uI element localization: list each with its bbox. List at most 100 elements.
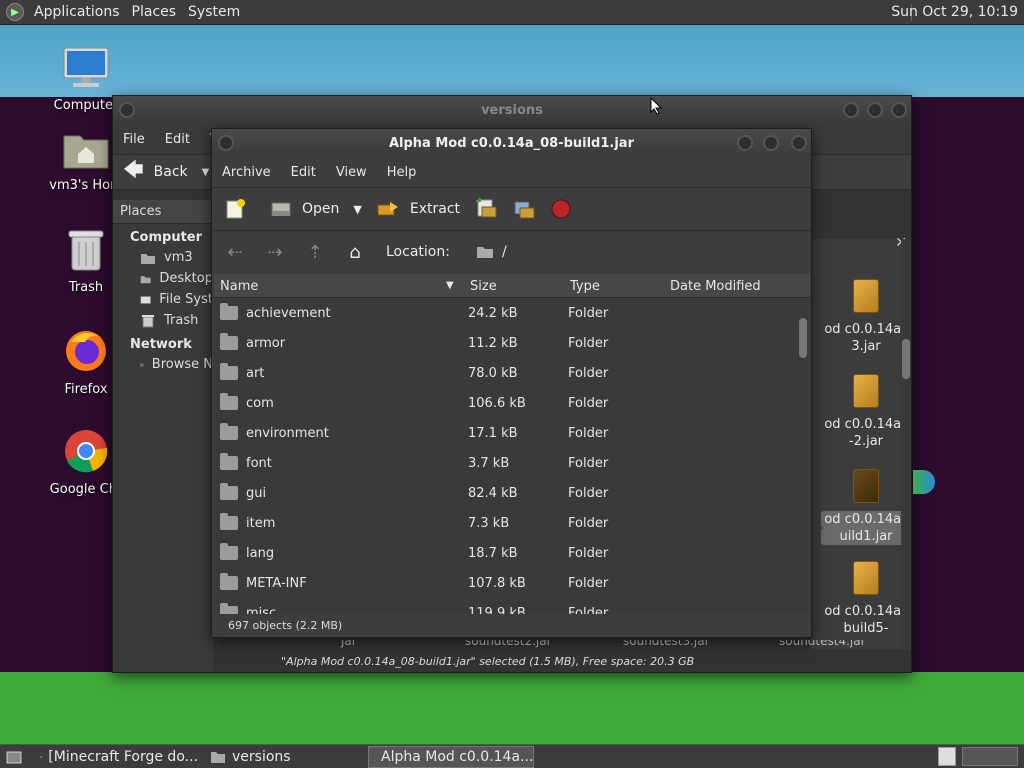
home-icon[interactable]: ⌂: [344, 241, 366, 263]
sidebar-header-label: Places: [120, 204, 162, 219]
table-row[interactable]: META-INF 107.8 kB Folder: [214, 568, 810, 598]
minimize-button[interactable]: [737, 135, 753, 151]
jar-file-icon: [853, 374, 879, 408]
stop-button[interactable]: [550, 198, 572, 220]
workspace-switcher-2[interactable]: [962, 747, 1018, 766]
applications-menu[interactable]: Applications: [28, 4, 126, 20]
table-row[interactable]: com 106.6 kB Folder: [214, 388, 810, 418]
archive-titlebar[interactable]: Alpha Mod c0.0.14a_08-build1.jar: [212, 129, 811, 157]
taskbar-item-versions[interactable]: versions: [204, 746, 368, 768]
open-dropdown-button[interactable]: ▼: [353, 203, 361, 216]
column-header-type[interactable]: Type: [570, 279, 600, 294]
table-row[interactable]: achievement 24.2 kB Folder: [214, 298, 810, 328]
versions-titlebar[interactable]: versions: [113, 96, 911, 124]
taskbar-item-chrome[interactable]: [Minecraft Forge do...: [34, 746, 204, 768]
minimize-button[interactable]: [843, 102, 859, 118]
archive-locationbar: ⇠ ⇢ ⇡ ⌂ Location: /: [212, 231, 811, 273]
window-menu-button[interactable]: [218, 135, 234, 151]
chrome-icon: [65, 430, 108, 473]
jar-file-icon: [853, 469, 879, 503]
cell-name: misc: [246, 606, 277, 614]
sidebar-item-label: File Syst: [159, 292, 213, 307]
table-row[interactable]: gui 82.4 kB Folder: [214, 478, 810, 508]
system-menu[interactable]: System: [182, 4, 246, 20]
file-label-line1: od c0.0.14a_: [824, 417, 908, 432]
list-header: Name ▼ Size Type Date Modified: [214, 274, 810, 298]
list-scrollbar[interactable]: [798, 298, 808, 614]
sidebar-item-browse-network[interactable]: Browse N: [113, 354, 213, 375]
file-item[interactable]: od c0.0.14a_ build5-: [821, 561, 911, 637]
table-row[interactable]: art 78.0 kB Folder: [214, 358, 810, 388]
sidebar-item-filesystem[interactable]: File Syst: [113, 289, 213, 310]
distro-logo-icon[interactable]: ▶: [6, 3, 24, 21]
location-path[interactable]: /: [502, 244, 507, 260]
maximize-button[interactable]: [867, 102, 883, 118]
add-files-button[interactable]: [474, 197, 498, 221]
workspace-switcher[interactable]: [938, 747, 956, 766]
cell-name: art: [246, 366, 265, 381]
stop-icon: [551, 199, 571, 219]
folder-icon: [220, 513, 238, 530]
menu-file[interactable]: File: [113, 132, 155, 147]
table-row[interactable]: item 7.3 kB Folder: [214, 508, 810, 538]
cell-size: 18.7 kB: [468, 546, 518, 561]
show-desktop-icon: [6, 751, 22, 763]
table-row[interactable]: armor 11.2 kB Folder: [214, 328, 810, 358]
show-desktop-button[interactable]: [0, 746, 34, 768]
scroll-thumb[interactable]: [799, 318, 807, 358]
sidebar-item-trash[interactable]: Trash: [113, 310, 213, 331]
column-header-name[interactable]: Name: [220, 279, 258, 294]
sidebar-group-computer: Computer: [130, 230, 203, 245]
menu-edit[interactable]: Edit: [281, 165, 326, 180]
close-button[interactable]: [791, 135, 807, 151]
extract-button[interactable]: Extract: [376, 199, 460, 219]
file-item[interactable]: od c0.0.14a_ -2.jar: [821, 374, 911, 450]
table-row[interactable]: font 3.7 kB Folder: [214, 448, 810, 478]
back-dropdown-icon[interactable]: ▼: [202, 167, 210, 178]
back-button[interactable]: Back: [154, 164, 188, 180]
desktop-icon: [140, 275, 151, 283]
open-button[interactable]: Open: [270, 199, 339, 219]
cell-type: Folder: [568, 486, 609, 501]
menu-view[interactable]: View: [326, 165, 377, 180]
table-row[interactable]: lang 18.7 kB Folder: [214, 538, 810, 568]
taskbar-item-label: [Minecraft Forge do...: [48, 748, 198, 765]
versions-scrollbar[interactable]: [901, 239, 911, 649]
menu-edit[interactable]: Edit: [155, 132, 200, 147]
cell-size: 3.7 kB: [468, 456, 510, 471]
folder-icon: [220, 303, 238, 320]
sidebar-header[interactable]: Places: [113, 200, 213, 224]
back-arrow-icon[interactable]: ⇠: [224, 241, 246, 263]
menu-archive[interactable]: Archive: [212, 165, 281, 180]
mouse-cursor-icon: [650, 97, 662, 115]
column-header-size[interactable]: Size: [470, 279, 497, 294]
clock[interactable]: Sun Oct 29, 10:19: [891, 4, 1018, 20]
column-header-modified[interactable]: Date Modified: [670, 279, 761, 294]
up-arrow-icon[interactable]: ⇡: [304, 241, 326, 263]
places-menu[interactable]: Places: [126, 4, 183, 20]
taskbar-item-archive[interactable]: Alpha Mod c0.0.14a...: [368, 745, 534, 768]
cell-size: 107.8 kB: [468, 576, 526, 591]
close-button[interactable]: [891, 102, 907, 118]
file-label-line1: od c0.0.14a_: [824, 604, 908, 619]
cell-name: item: [246, 516, 276, 531]
maximize-button[interactable]: [763, 135, 779, 151]
window-menu-button[interactable]: [119, 102, 135, 118]
cell-size: 106.6 kB: [468, 396, 526, 411]
menu-help[interactable]: Help: [377, 165, 427, 180]
sort-indicator-icon[interactable]: ▼: [446, 280, 454, 291]
table-row[interactable]: environment 17.1 kB Folder: [214, 418, 810, 448]
cell-type: Folder: [568, 336, 609, 351]
folder-icon: [220, 333, 238, 350]
file-item-selected[interactable]: od c0.0.14a_ uild1.jar: [821, 469, 911, 545]
table-row[interactable]: misc 119.9 kB Folder: [214, 598, 810, 614]
sidebar-item-desktop[interactable]: Desktop: [113, 268, 213, 289]
extract-label: Extract: [409, 201, 461, 217]
file-item[interactable]: od c0.0.14a_ 3.jar: [821, 279, 911, 355]
sidebar-item-vm3[interactable]: vm3: [113, 247, 213, 268]
forward-arrow-icon[interactable]: ⇢: [264, 241, 286, 263]
add-folder-button[interactable]: [512, 197, 536, 221]
cell-type: Folder: [568, 366, 609, 381]
scroll-thumb[interactable]: [902, 339, 910, 379]
new-archive-button[interactable]: [224, 198, 256, 220]
